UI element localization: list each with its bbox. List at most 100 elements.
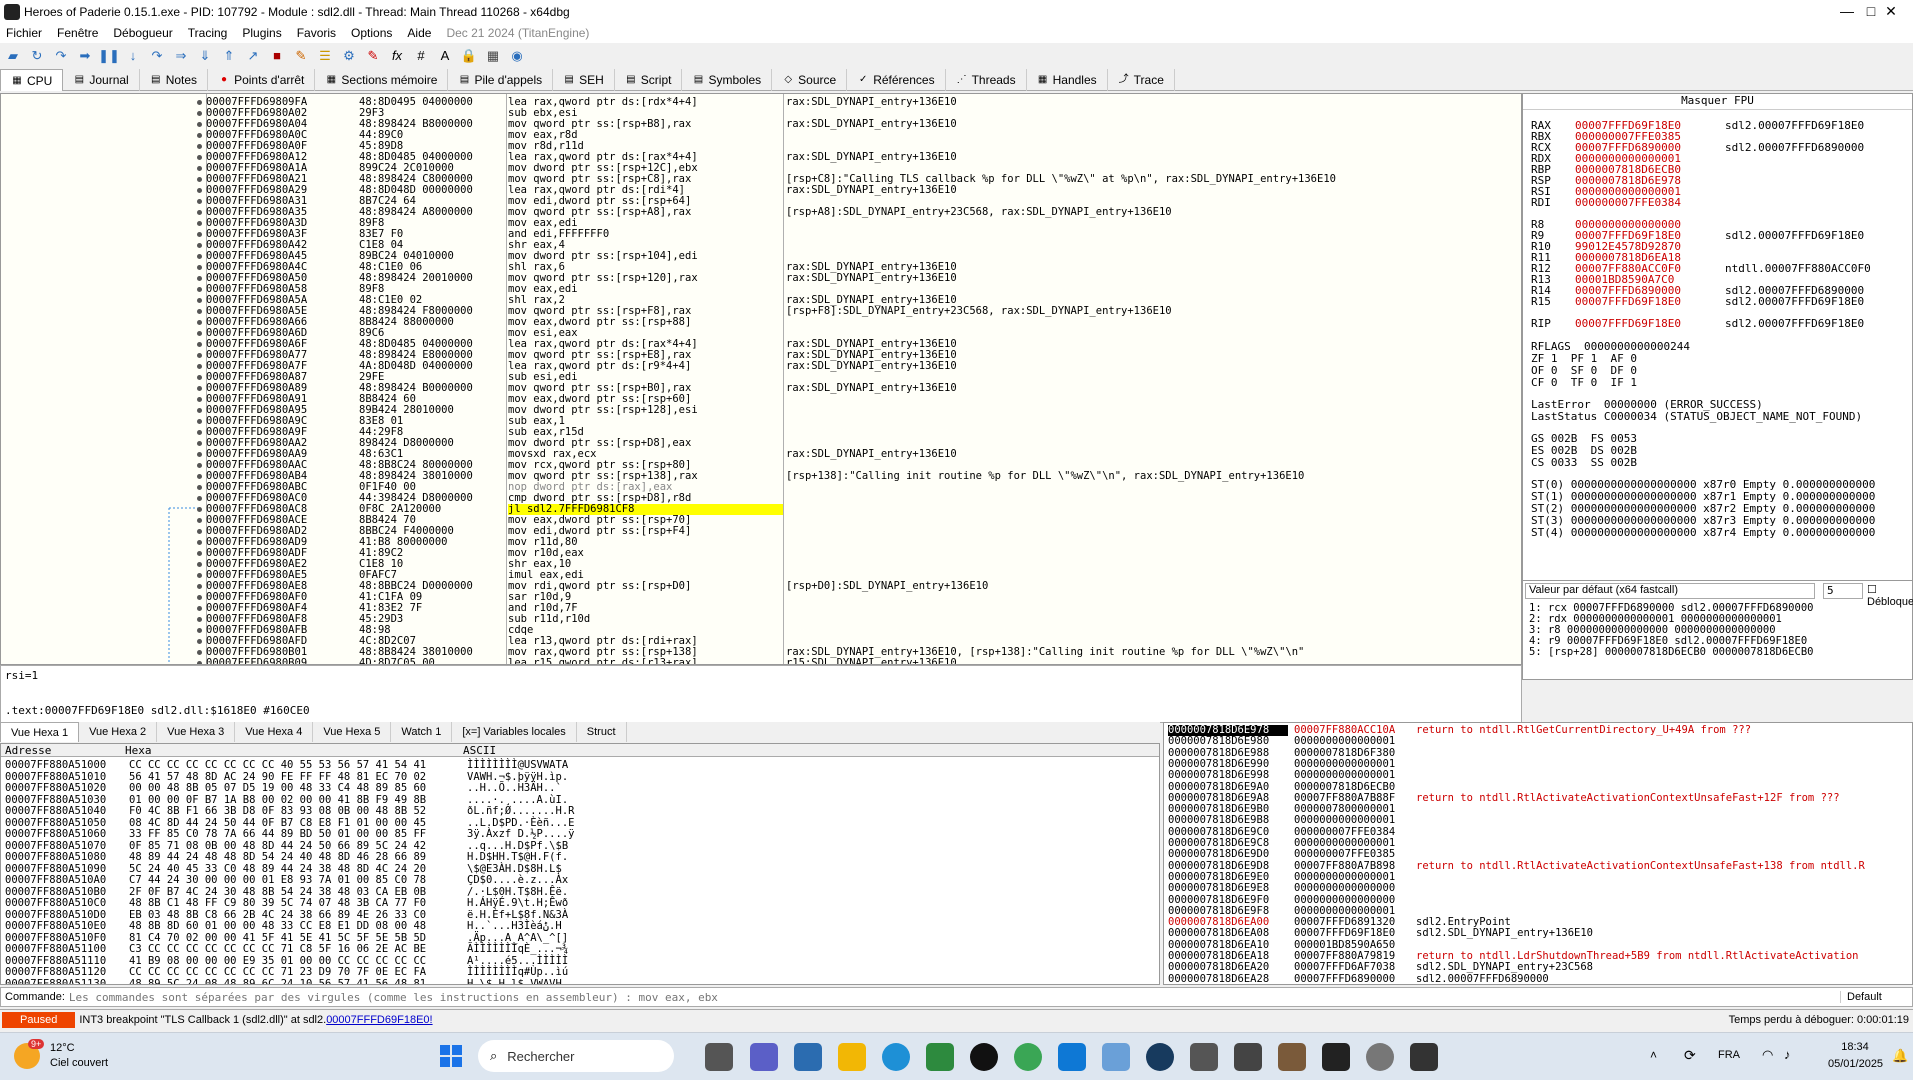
tab-11[interactable]: ⋰ Threads [946, 69, 1027, 91]
breakpoint-dot[interactable] [197, 210, 202, 215]
close-debug-icon[interactable]: ↷ [52, 47, 70, 65]
breakpoint-dot[interactable] [197, 507, 202, 512]
tab-3[interactable]: ● Points d'arrêt [208, 69, 316, 91]
breakpoint-dot[interactable] [197, 430, 202, 435]
clock-time[interactable]: 18:34 [1828, 1041, 1882, 1053]
vscode-icon[interactable] [1058, 1043, 1086, 1071]
start-icon[interactable] [440, 1045, 462, 1067]
menu-item[interactable]: Aide [407, 26, 431, 40]
breakpoint-dot[interactable] [197, 419, 202, 424]
open-icon[interactable]: ▰ [4, 47, 22, 65]
font-icon[interactable]: A [436, 47, 454, 65]
status-link[interactable]: 00007FFFD69F18E0! [326, 1014, 432, 1026]
language-indicator[interactable]: FRA [1718, 1049, 1740, 1061]
menu-item[interactable]: Débogueur [113, 26, 172, 40]
tab-8[interactable]: ▤ Symboles [682, 69, 773, 91]
breakpoint-dot[interactable] [197, 518, 202, 523]
settings-icon[interactable] [1366, 1043, 1394, 1071]
breakpoint-dot[interactable] [197, 463, 202, 468]
tab-1[interactable]: ▤ Journal [63, 69, 140, 91]
breakpoint-dot[interactable] [197, 606, 202, 611]
bottom-tab-3[interactable]: Vue Hexa 4 [235, 722, 314, 742]
volume-icon[interactable]: ♪ [1784, 1047, 1791, 1062]
breakpoint-dot[interactable] [197, 243, 202, 248]
tab-12[interactable]: ▦ Handles [1027, 69, 1108, 91]
terminal-icon[interactable] [1322, 1043, 1350, 1071]
windows-icon[interactable] [1190, 1043, 1218, 1071]
bottom-tab-1[interactable]: Vue Hexa 2 [79, 722, 158, 742]
menu-item[interactable]: Plugins [242, 26, 281, 40]
breakpoint-dot[interactable] [197, 364, 202, 369]
breakpoint-dot[interactable] [197, 375, 202, 380]
hide-fpu-button[interactable]: Masquer FPU [1523, 94, 1912, 110]
globe-icon[interactable]: ◉ [508, 47, 526, 65]
tab-7[interactable]: ▤ Script [615, 69, 683, 91]
step-over-icon[interactable]: ↷ [148, 47, 166, 65]
pause-icon[interactable]: ❚❚ [98, 47, 120, 65]
restart-icon[interactable]: ↻ [28, 47, 46, 65]
run-to-user-icon[interactable]: ⇑ [220, 47, 238, 65]
command-input[interactable] [68, 990, 1840, 1004]
breakpoint-dot[interactable] [197, 485, 202, 490]
register-value[interactable]: 00007FFFD69F18E0 [1575, 318, 1725, 330]
comment-icon[interactable]: ☰ [316, 47, 334, 65]
breakpoint-dot[interactable] [197, 221, 202, 226]
breakpoint-dot[interactable] [197, 276, 202, 281]
breakpoint-dot[interactable] [197, 353, 202, 358]
execute-till-return-icon[interactable]: ↗ [244, 47, 262, 65]
wifi-icon[interactable]: ◠ [1762, 1047, 1773, 1063]
breakpoint-dot[interactable] [197, 254, 202, 259]
register-row[interactable]: R15 00007FFFD69F18E0 sdl2.00007FFFD69F18E0 [1531, 296, 1864, 308]
unlock-checkbox[interactable]: ☐ Débloquer [1867, 583, 1913, 608]
breakpoint-dot[interactable] [197, 540, 202, 545]
run-icon[interactable]: ➡ [76, 47, 94, 65]
bell-icon[interactable]: 🔔 [1892, 1048, 1908, 1064]
breakpoint-dot[interactable] [197, 232, 202, 237]
search-box[interactable]: ⌕ Rechercher [478, 1040, 674, 1072]
tab-6[interactable]: ▤ SEH [553, 69, 615, 91]
breakpoint-dot[interactable] [197, 177, 202, 182]
breakpoint-dot[interactable] [197, 408, 202, 413]
game-icon[interactable] [1278, 1043, 1306, 1071]
bottom-tab-4[interactable]: Vue Hexa 5 [313, 722, 392, 742]
arg-row[interactable]: 5: [rsp+28] 0000007818D6ECB0 0000007818D… [1529, 647, 1813, 658]
steam-icon[interactable] [1146, 1043, 1174, 1071]
menu-item[interactable]: Tracing [188, 26, 228, 40]
lock-icon[interactable]: 🔒 [460, 47, 478, 65]
step-into-icon[interactable]: ↓ [124, 47, 142, 65]
command-mode-select[interactable]: Default [1840, 991, 1912, 1003]
breakpoint-dot[interactable] [197, 287, 202, 292]
breakpoint-dot[interactable] [197, 166, 202, 171]
patch-icon[interactable]: ✎ [292, 47, 310, 65]
stack-view[interactable]: 0000007818D6E978 00007FF880ACC10A return t… [1163, 722, 1913, 985]
tab-5[interactable]: ▤ Pile d'appels [448, 69, 554, 91]
breakpoint-dot[interactable] [197, 441, 202, 446]
tab-10[interactable]: ✓ Références [847, 69, 946, 91]
nvidia-icon[interactable] [926, 1043, 954, 1071]
store-icon[interactable] [794, 1043, 822, 1071]
bottom-tab-5[interactable]: Watch 1 [391, 722, 453, 742]
breakpoint-dot[interactable] [197, 111, 202, 116]
notes-icon[interactable] [1234, 1043, 1262, 1071]
breakpoint-dot[interactable] [197, 320, 202, 325]
clock-date[interactable]: 05/01/2025 [1828, 1058, 1883, 1070]
edge-icon[interactable] [882, 1043, 910, 1071]
unreal-icon[interactable] [970, 1043, 998, 1071]
tab-0[interactable]: ▦ CPU [0, 69, 64, 91]
disasm-row[interactable]: 00007FFFD6980B09 4D:8D7C05 00 lea r15,qwor… [1, 658, 1521, 664]
register-value[interactable]: 00007FFFD69F18E0 [1575, 296, 1725, 308]
breakpoint-dot[interactable] [197, 452, 202, 457]
skip-icon[interactable]: ■ [268, 47, 286, 65]
calling-convention-select[interactable]: Valeur par défaut (x64 fastcall) [1525, 583, 1815, 599]
snip-icon[interactable] [1102, 1043, 1130, 1071]
hash-icon[interactable]: # [412, 47, 430, 65]
trace-into-icon[interactable]: ⇒ [172, 47, 190, 65]
breakpoint-dot[interactable] [197, 397, 202, 402]
x64dbg-icon[interactable] [1410, 1043, 1438, 1071]
app-icon-green[interactable] [1014, 1043, 1042, 1071]
menu-item[interactable]: Favoris [297, 26, 336, 40]
breakpoint-dot[interactable] [197, 386, 202, 391]
breakpoint-dot[interactable] [197, 155, 202, 160]
tab-4[interactable]: ▦ Sections mémoire [315, 69, 449, 91]
register-row[interactable]: RDI 000000007FFE0384 [1531, 197, 1725, 209]
